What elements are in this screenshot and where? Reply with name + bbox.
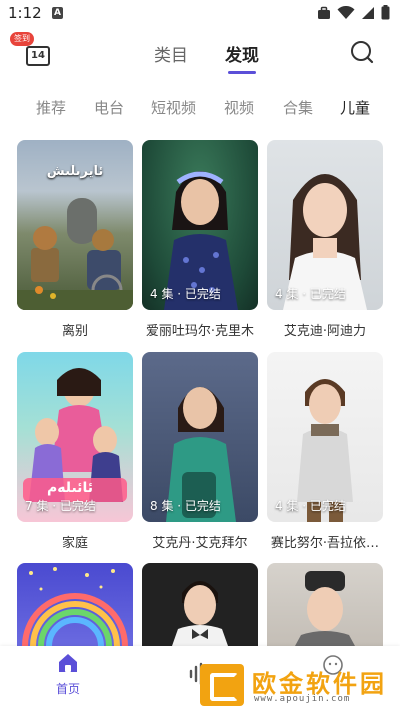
- notification-icon: A: [52, 7, 63, 19]
- category-tab-kids[interactable]: 儿童: [340, 97, 370, 118]
- card-title: 家庭: [61, 536, 88, 551]
- watermark-logo: [200, 664, 244, 706]
- category-tab-collection[interactable]: 合集: [283, 97, 313, 118]
- status-bar: 1:12 A: [0, 0, 400, 28]
- poster-image: ئايرىلىش: [17, 140, 133, 310]
- battery-icon: [381, 4, 390, 24]
- poster-image: 4 集 · 已完结: [267, 140, 383, 310]
- wifi-icon: [337, 5, 355, 24]
- calendar-icon: 14: [26, 46, 50, 66]
- watermark: 欧金软件园 www.apoujin.com: [200, 664, 396, 706]
- episode-info: 4 集 · 已完结: [275, 499, 346, 513]
- nav-home-label: 首页: [55, 682, 80, 696]
- card-title: 艾克丹·艾克拜尔: [152, 536, 248, 551]
- watermark-url: www.apoujin.com: [254, 694, 351, 704]
- category-tab-recommend[interactable]: 推荐: [36, 97, 66, 118]
- nav-home-button[interactable]: 首页: [46, 652, 90, 697]
- card-title: 赛比努尔·吾拉依…: [270, 536, 380, 551]
- poster-image: [17, 563, 133, 646]
- episode-info: 8 集 · 已完结: [150, 499, 221, 513]
- poster-image: [267, 563, 383, 646]
- category-tabs: 推荐 电台 短视频 视频 合集 儿童: [0, 92, 400, 124]
- checkin-badge: 签到: [10, 32, 34, 46]
- episode-info: 4 集 · 已完结: [150, 287, 221, 301]
- tab-discover[interactable]: 发现: [225, 41, 259, 66]
- home-icon: [57, 652, 79, 678]
- episode-info: 7 集 · 已完结: [25, 499, 96, 513]
- poster-title: ئايرىلىش: [46, 164, 104, 179]
- category-tab-short-video[interactable]: 短视频: [151, 97, 196, 118]
- search-button[interactable]: [350, 40, 374, 66]
- poster-image: 4 集 · 已完结: [267, 352, 383, 522]
- category-tab-radio[interactable]: 电台: [94, 97, 124, 118]
- poster-title: ئائىلەم: [47, 480, 93, 496]
- category-tab-video[interactable]: 视频: [224, 97, 254, 118]
- signal-icon: [361, 5, 375, 24]
- briefcase-icon: [317, 5, 331, 24]
- episode-info: 4 集 · 已完结: [275, 287, 346, 301]
- poster-image: ئائىلەم 7 集 · 已完结: [17, 352, 133, 522]
- poster-image: 4 集 · 已完结: [142, 140, 258, 310]
- card-title: 艾克迪·阿迪力: [283, 324, 367, 339]
- status-icons: [317, 4, 390, 24]
- top-header: 14 签到 类目 发现: [0, 28, 400, 78]
- tab-category[interactable]: 类目: [154, 41, 188, 66]
- poster-image: 8 集 · 已完结: [142, 352, 258, 522]
- status-time: 1:12: [8, 4, 42, 22]
- search-icon: [350, 41, 374, 70]
- poster-image: [142, 563, 258, 646]
- checkin-calendar-button[interactable]: 14 签到: [10, 32, 50, 66]
- card-title: 离别: [61, 324, 88, 339]
- active-tab-indicator: [228, 71, 256, 74]
- card-title: 爱丽吐玛尔·克里木: [145, 324, 255, 339]
